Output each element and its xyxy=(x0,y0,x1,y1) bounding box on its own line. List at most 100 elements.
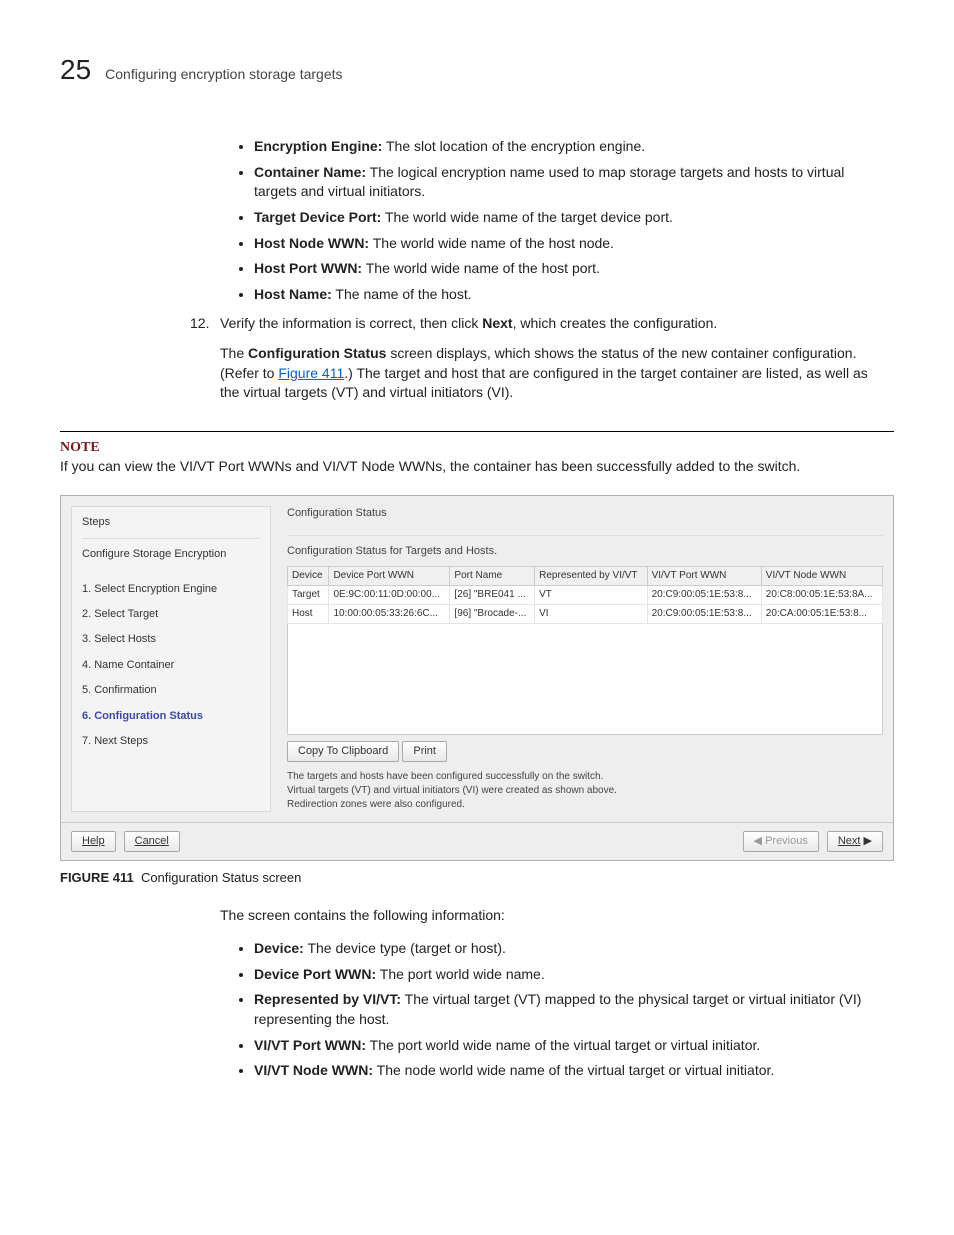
panel-title: Configuration Status xyxy=(287,506,883,521)
cell: 10:00:00:05:33:26:6C... xyxy=(329,604,450,623)
cell: VI xyxy=(535,604,647,623)
list-item: Container Name: The logical encryption n… xyxy=(254,163,884,202)
page-header: 25 Configuring encryption storage target… xyxy=(60,50,894,89)
desc: The name of the host. xyxy=(332,286,472,302)
table-row: Target0E:9C:00:11:0D:00:00...[26] "BRE04… xyxy=(288,585,883,604)
desc: The port world wide name of the virtual … xyxy=(366,1037,760,1053)
desc: The world wide name of the host port. xyxy=(362,260,600,276)
list-item: Host Node WWN: The world wide name of th… xyxy=(254,234,884,254)
list-item: Host Name: The name of the host. xyxy=(254,285,884,305)
cell: VT xyxy=(535,585,647,604)
page-number: 25 xyxy=(60,50,91,89)
list-item: Host Port WWN: The world wide name of th… xyxy=(254,259,884,279)
cell: [96] "Brocade-... xyxy=(450,604,535,623)
wizard-step: 1. Select Encryption Engine xyxy=(82,577,260,602)
next-button[interactable]: Next ▶ xyxy=(827,831,883,852)
bullets-top: Encryption Engine: The slot location of … xyxy=(220,137,884,304)
desc: The port world wide name. xyxy=(376,966,545,982)
desc: The slot location of the encryption engi… xyxy=(382,138,645,154)
desc: The world wide name of the host node. xyxy=(369,235,614,251)
note-text: If you can view the VI/VT Port WWNs and … xyxy=(60,457,894,477)
help-button[interactable]: Help xyxy=(71,831,116,852)
term: VI/VT Node WWN: xyxy=(254,1062,373,1078)
column-header: Port Name xyxy=(450,566,535,585)
note-block: NOTE If you can view the VI/VT Port WWNs… xyxy=(60,431,894,477)
wizard-step: 7. Next Steps xyxy=(82,729,260,754)
cell: 20:C9:00:05:1E:53:8... xyxy=(647,585,761,604)
wizard-footer: Help Cancel ◀ Previous Next ▶ xyxy=(61,822,893,860)
status-messages: The targets and hosts have been configur… xyxy=(287,770,883,812)
previous-button: ◀ Previous xyxy=(743,831,819,852)
cancel-button[interactable]: Cancel xyxy=(124,831,180,852)
cell: 20:C8:00:05:1E:53:8A... xyxy=(761,585,882,604)
list-item: Encryption Engine: The slot location of … xyxy=(254,137,884,157)
wizard-step: 6. Configuration Status xyxy=(82,704,260,729)
figure-caption-text: Configuration Status screen xyxy=(141,870,301,885)
cell: 20:C9:00:05:1E:53:8... xyxy=(647,604,761,623)
msg-1: The targets and hosts have been configur… xyxy=(287,770,883,784)
print-button[interactable]: Print xyxy=(402,741,447,762)
term: Target Device Port: xyxy=(254,209,381,225)
term: Encryption Engine: xyxy=(254,138,382,154)
term: Host Name: xyxy=(254,286,332,302)
column-header: Device Port WWN xyxy=(329,566,450,585)
config-status-panel: Configuration Status Configuration Statu… xyxy=(287,506,883,812)
note-label: NOTE xyxy=(60,438,894,458)
term: Host Port WWN: xyxy=(254,260,362,276)
step12-post: , which creates the configuration. xyxy=(513,315,718,331)
p-pre: The xyxy=(220,345,248,361)
steps-label: Steps xyxy=(82,515,260,530)
cell: 0E:9C:00:11:0D:00:00... xyxy=(329,585,450,604)
step-12: 12. Verify the information is correct, t… xyxy=(190,314,884,416)
panel-subtitle: Configuration Status for Targets and Hos… xyxy=(287,544,883,559)
term: Device: xyxy=(254,940,304,956)
step-number: 12. xyxy=(190,314,220,416)
cell: [26] "BRE041 ... xyxy=(450,585,535,604)
step-text: Verify the information is correct, then … xyxy=(220,314,884,416)
wizard-steps-panel: Steps Configure Storage Encryption 1. Se… xyxy=(71,506,271,812)
list-item: Device Port WWN: The port world wide nam… xyxy=(254,965,884,985)
column-header: VI/VT Port WWN xyxy=(647,566,761,585)
cell: 20:CA:00:05:1E:53:8... xyxy=(761,604,882,623)
page-title: Configuring encryption storage targets xyxy=(105,65,342,85)
msg-2: Virtual targets (VT) and virtual initiat… xyxy=(287,784,883,798)
list-item: Device: The device type (target or host)… xyxy=(254,939,884,959)
list-item: Target Device Port: The world wide name … xyxy=(254,208,884,228)
msg-3: Redirection zones were also configured. xyxy=(287,798,883,812)
list-item: VI/VT Port WWN: The port world wide name… xyxy=(254,1036,884,1056)
top-bullets-block: Encryption Engine: The slot location of … xyxy=(220,137,884,304)
p-bold: Configuration Status xyxy=(248,345,386,361)
desc: The world wide name of the target device… xyxy=(381,209,673,225)
term: Container Name: xyxy=(254,164,366,180)
term: VI/VT Port WWN: xyxy=(254,1037,366,1053)
copy-to-clipboard-button[interactable]: Copy To Clipboard xyxy=(287,741,399,762)
config-table: DeviceDevice Port WWNPort NameRepresente… xyxy=(287,566,883,624)
term: Represented by VI/VT: xyxy=(254,991,401,1007)
figure-caption: FIGURE 411 Configuration Status screen xyxy=(60,869,894,887)
table-row: Host10:00:00:05:33:26:6C...[96] "Brocade… xyxy=(288,604,883,623)
step12-pre: Verify the information is correct, then … xyxy=(220,315,482,331)
cell: Host xyxy=(288,604,329,623)
desc: The node world wide name of the virtual … xyxy=(373,1062,774,1078)
term: Device Port WWN: xyxy=(254,966,376,982)
wizard-step: 4. Name Container xyxy=(82,653,260,678)
intro-after-figure: The screen contains the following inform… xyxy=(220,906,884,926)
cell: Target xyxy=(288,585,329,604)
figure-label: FIGURE 411 xyxy=(60,870,134,885)
column-header: VI/VT Node WWN xyxy=(761,566,882,585)
list-item: VI/VT Node WWN: The node world wide name… xyxy=(254,1061,884,1081)
term: Host Node WWN: xyxy=(254,235,369,251)
wizard-step: 2. Select Target xyxy=(82,602,260,627)
wizard-step: 3. Select Hosts xyxy=(82,627,260,652)
wizard-title: Configure Storage Encryption xyxy=(82,547,260,562)
after-figure-block: The screen contains the following inform… xyxy=(220,906,884,1081)
figure-screenshot: Steps Configure Storage Encryption 1. Se… xyxy=(60,495,894,862)
bullets-bottom: Device: The device type (target or host)… xyxy=(220,939,884,1081)
list-item: Represented by VI/VT: The virtual target… xyxy=(254,990,884,1029)
figure-link[interactable]: Figure 411 xyxy=(278,365,344,381)
step12-next: Next xyxy=(482,315,512,331)
column-header: Device xyxy=(288,566,329,585)
wizard-step: 5. Confirmation xyxy=(82,678,260,703)
column-header: Represented by VI/VT xyxy=(535,566,647,585)
desc: The device type (target or host). xyxy=(304,940,506,956)
